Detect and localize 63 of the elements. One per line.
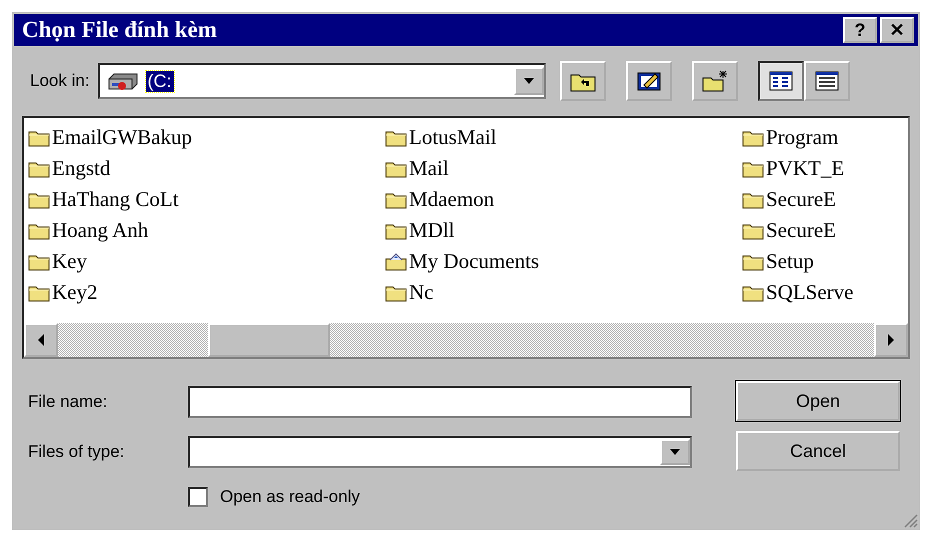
folder-item[interactable]: PVKT_E (742, 153, 902, 184)
desktop-button[interactable] (626, 61, 672, 101)
file-type-label: Files of type: (28, 442, 126, 462)
folder-item[interactable]: Key (28, 246, 385, 277)
folder-item[interactable]: My Documents (385, 246, 742, 277)
look-in-label: Look in: (30, 71, 90, 91)
folder-icon (742, 284, 764, 302)
documents-folder-icon (385, 252, 407, 270)
folder-item[interactable]: Engstd (28, 153, 385, 184)
help-button[interactable]: ? (843, 17, 877, 43)
checkbox-icon[interactable] (188, 487, 208, 507)
drive-label: (C: (146, 70, 174, 92)
folder-item[interactable]: EmailGWBakup (28, 122, 385, 153)
folder-icon (28, 190, 50, 208)
folder-icon (385, 222, 407, 240)
close-button[interactable]: ✕ (880, 17, 914, 43)
folder-item[interactable]: SecureE (742, 215, 902, 246)
list-button[interactable] (758, 61, 804, 101)
folder-icon (385, 128, 407, 146)
horizontal-scrollbar[interactable] (24, 323, 908, 357)
folder-icon (28, 252, 50, 270)
folder-icon (742, 252, 764, 270)
folder-icon (28, 222, 50, 240)
folder-item[interactable]: Hoang Anh (28, 215, 385, 246)
look-in-dropdown[interactable]: (C: (98, 63, 546, 99)
folder-icon (28, 128, 50, 146)
folder-icon (28, 284, 50, 302)
file-name-field[interactable] (188, 386, 692, 418)
folder-icon (742, 160, 764, 178)
new-folder-button[interactable] (692, 61, 738, 101)
folder-icon (742, 190, 764, 208)
resize-grip-icon[interactable] (902, 512, 918, 528)
folder-item[interactable]: Key2 (28, 277, 385, 308)
file-type-dropdown[interactable] (188, 436, 692, 468)
file-name-label: File name: (28, 392, 108, 412)
folder-item[interactable]: Mdaemon (385, 184, 742, 215)
folder-item[interactable]: Program (742, 122, 902, 153)
folder-item[interactable]: Nc (385, 277, 742, 308)
folder-icon (742, 222, 764, 240)
folder-icon (742, 128, 764, 146)
cancel-button[interactable]: Cancel (736, 431, 900, 471)
scroll-thumb[interactable] (208, 323, 330, 357)
scroll-right-icon[interactable] (874, 323, 908, 357)
folder-item[interactable]: Mail (385, 153, 742, 184)
scroll-left-icon[interactable] (24, 323, 58, 357)
folder-icon (28, 160, 50, 178)
up-button[interactable] (560, 61, 606, 101)
folder-icon (385, 190, 407, 208)
folder-item[interactable]: SecureE (742, 184, 902, 215)
folder-item[interactable]: HaThang CoLt (28, 184, 385, 215)
window-title: Chọn File đính kèm (22, 17, 217, 43)
folder-item[interactable]: Setup (742, 246, 902, 277)
folder-item[interactable]: MDll (385, 215, 742, 246)
new-folder-icon (700, 69, 729, 93)
open-button[interactable]: Open (736, 381, 900, 421)
details-view-icon (812, 69, 841, 93)
folder-icon (385, 160, 407, 178)
folder-icon (385, 284, 407, 302)
folder-item[interactable]: SQLServe (742, 277, 902, 308)
folder-item[interactable]: LotusMail (385, 122, 742, 153)
list-view-icon (766, 69, 795, 93)
details-button[interactable] (804, 61, 850, 101)
read-only-checkbox[interactable]: Open as read-only (188, 487, 692, 507)
